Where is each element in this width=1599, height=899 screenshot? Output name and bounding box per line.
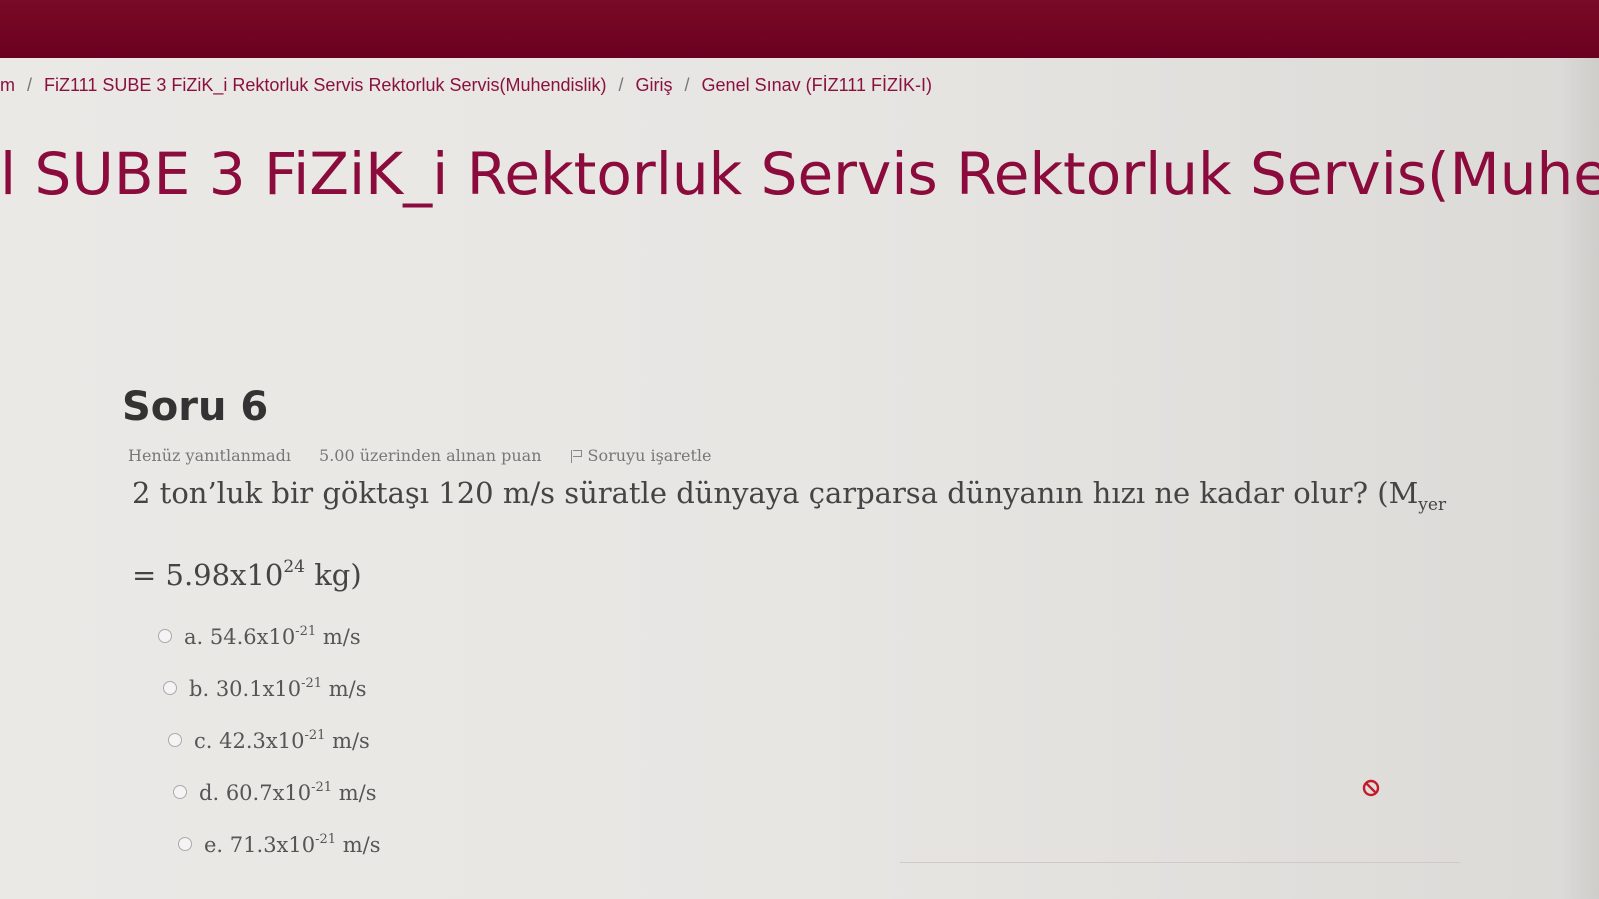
answer-exponent: -21 xyxy=(304,727,326,743)
answer-text: e. 71.3x10-21 m/s xyxy=(204,832,381,857)
radio-button[interactable] xyxy=(173,785,187,799)
breadcrumb-separator: / xyxy=(27,74,33,95)
question-text-subscript: yer xyxy=(1418,494,1447,515)
answer-letter: b. xyxy=(189,676,210,701)
answer-value: 54.6x10 xyxy=(209,624,296,649)
page-title: l SUBE 3 FiZiK_i Rektorluk Servis Rektor… xyxy=(0,140,1599,208)
breadcrumb-item-section[interactable]: Giriş xyxy=(636,75,673,96)
answer-unit: m/s xyxy=(332,780,377,805)
breadcrumb-item-home[interactable]: m xyxy=(0,75,15,96)
answer-unit: m/s xyxy=(316,624,361,649)
question-text-part3: kg) xyxy=(304,557,362,592)
radio-button[interactable] xyxy=(178,837,192,851)
block-icon xyxy=(1362,779,1380,797)
question-text: 2 ton’luk bir göktaşı 120 m/s süratle dü… xyxy=(132,462,1472,606)
answer-letter: d. xyxy=(199,780,220,805)
breadcrumb-item-course[interactable]: FiZ111 SUBE 3 FiZiK_i Rektorluk Servis R… xyxy=(44,75,607,96)
answer-value: 71.3x10 xyxy=(229,832,316,857)
answer-exponent: -21 xyxy=(301,675,323,691)
breadcrumb: m / FiZ111 SUBE 3 FiZiK_i Rektorluk Serv… xyxy=(0,72,932,98)
answer-exponent: -21 xyxy=(311,779,333,795)
answer-letter: c. xyxy=(194,728,213,753)
radio-button[interactable] xyxy=(168,733,182,747)
answer-options: a. 54.6x10-21 m/s b. 30.1x10-21 m/s c. 4… xyxy=(158,610,381,870)
answer-value: 30.1x10 xyxy=(215,676,302,701)
flag-icon xyxy=(570,449,582,463)
question-text-part2: = 5.98x10 xyxy=(132,557,284,592)
answer-text: a. 54.6x10-21 m/s xyxy=(184,624,361,649)
question-number: Soru 6 xyxy=(122,384,269,430)
divider xyxy=(900,862,1460,863)
answer-option-c[interactable]: c. 42.3x10-21 m/s xyxy=(168,714,381,766)
answer-text: d. 60.7x10-21 m/s xyxy=(199,780,377,805)
answer-letter: e. xyxy=(204,832,224,857)
answer-letter: a. xyxy=(184,624,204,649)
answer-value: 60.7x10 xyxy=(225,780,312,805)
answer-option-b[interactable]: b. 30.1x10-21 m/s xyxy=(163,662,381,714)
answer-option-e[interactable]: e. 71.3x10-21 m/s xyxy=(178,818,381,870)
question-text-superscript: 24 xyxy=(283,556,305,577)
answer-unit: m/s xyxy=(336,832,381,857)
breadcrumb-separator: / xyxy=(618,74,624,95)
answer-option-d[interactable]: d. 60.7x10-21 m/s xyxy=(173,766,381,818)
breadcrumb-item-exam[interactable]: Genel Sınav (FİZ111 FİZİK-I) xyxy=(702,75,932,96)
radio-button[interactable] xyxy=(158,629,172,643)
answer-exponent: -21 xyxy=(295,623,317,639)
answer-text: c. 42.3x10-21 m/s xyxy=(194,728,370,753)
answer-text: b. 30.1x10-21 m/s xyxy=(189,676,367,701)
answer-exponent: -21 xyxy=(315,831,337,847)
answer-option-a[interactable]: a. 54.6x10-21 m/s xyxy=(158,610,381,662)
breadcrumb-separator: / xyxy=(684,74,690,95)
top-navbar xyxy=(0,0,1599,58)
answer-value: 42.3x10 xyxy=(219,728,305,753)
answer-unit: m/s xyxy=(325,728,370,753)
radio-button[interactable] xyxy=(163,681,177,695)
question-text-part1: 2 ton’luk bir göktaşı 120 m/s süratle dü… xyxy=(132,476,1419,510)
answer-unit: m/s xyxy=(322,676,367,701)
